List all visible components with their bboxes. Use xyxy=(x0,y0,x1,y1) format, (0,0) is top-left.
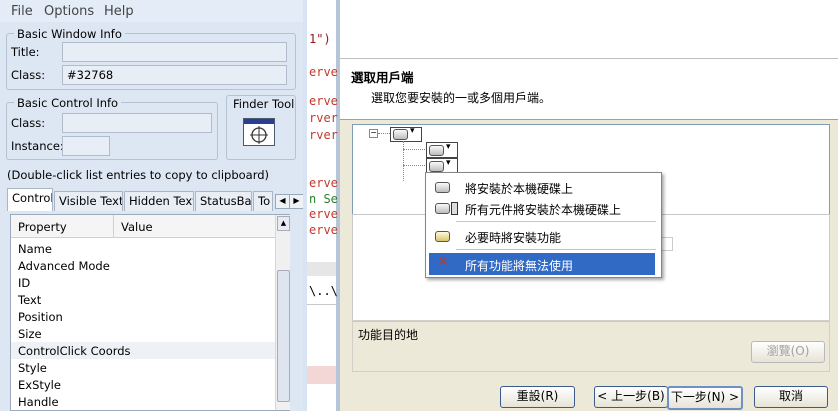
window-title-field[interactable] xyxy=(62,42,287,62)
code-line: 1") xyxy=(309,32,331,46)
code-editor[interactable]: 1") erve erve rver rver erver n Se erver… xyxy=(303,0,340,411)
chevron-down-icon: ▾ xyxy=(446,142,451,152)
table-row[interactable]: Name xyxy=(18,242,52,256)
reset-button[interactable]: 重設(R) xyxy=(500,386,575,408)
code-line: rver xyxy=(309,111,338,125)
close-icon: ✕ xyxy=(437,254,449,270)
dialog-subheading: 選取您要安裝的一或多個用戶端。 xyxy=(371,91,552,105)
code-line: rver xyxy=(309,128,338,142)
menu-item-label: 所有元件將安裝於本機硬碟上 xyxy=(465,203,622,217)
control-instance-label: Instance: xyxy=(11,139,64,153)
table-row[interactable]: ExStyle xyxy=(18,378,61,392)
table-row[interactable]: Position xyxy=(18,310,63,324)
table-row[interactable]: Handle xyxy=(18,395,59,409)
table-row[interactable]: Text xyxy=(18,293,41,307)
tab-scroll-right-icon[interactable]: ▶ xyxy=(289,194,304,209)
drive-icon xyxy=(393,129,408,140)
chevron-down-icon: ▾ xyxy=(446,158,451,168)
table-row[interactable]: Size xyxy=(18,327,42,341)
dialog-heading: 選取用戶端 xyxy=(351,70,414,85)
list-header: Property Value xyxy=(11,215,275,238)
menu-help[interactable]: Help xyxy=(104,4,134,19)
menu-item-install-all-local[interactable]: 所有元件將安裝於本機硬碟上 xyxy=(429,197,655,219)
tab-bar: Control Visible Text Hidden Text StatusB… xyxy=(7,188,304,213)
menu-bar: File Options Help xyxy=(0,0,303,22)
drive-icon xyxy=(435,182,450,193)
menu-item-install-on-demand[interactable]: 必要時將安裝功能 xyxy=(429,225,655,247)
menu-divider xyxy=(456,221,656,222)
control-class-label: Class: xyxy=(11,116,46,130)
installer-dialog: 選取用戶端 選取您要安裝的一或多個用戶端。 − ▾ ▾ ▾ 將安裝於本機硬碟上 xyxy=(340,0,838,411)
scroll-up-icon[interactable]: ▲ xyxy=(277,216,290,231)
menu-divider xyxy=(456,249,656,250)
window-class-label: Class: xyxy=(11,68,46,82)
code-line: erve xyxy=(309,94,338,108)
subfeature-icon xyxy=(451,202,458,215)
basic-window-info-title: Basic Window Info xyxy=(14,27,125,41)
code-line: erve xyxy=(309,65,338,79)
chevron-down-icon: ▾ xyxy=(410,126,415,136)
menu-item-label: 將安裝於本機硬碟上 xyxy=(465,182,574,196)
context-menu: 將安裝於本機硬碟上 所有元件將安裝於本機硬碟上 必要時將安裝功能 ✕ 所有功能將… xyxy=(425,172,662,278)
menu-item-install-local[interactable]: 將安裝於本機硬碟上 xyxy=(429,176,655,198)
tab-statusbar[interactable]: StatusBar xyxy=(195,191,252,211)
cancel-button[interactable]: 取消 xyxy=(754,386,828,408)
drive-icon xyxy=(429,161,444,172)
code-line: erver xyxy=(309,207,340,221)
browse-button[interactable]: 瀏覽(O) xyxy=(751,341,825,363)
table-row[interactable]: ID xyxy=(18,276,30,290)
hint-text: (Double-click list entries to copy to cl… xyxy=(7,168,270,182)
tab-hidden-text[interactable]: Hidden Text xyxy=(124,191,194,211)
dialog-header: 選取用戶端 選取您要安裝的一或多個用戶端。 xyxy=(340,59,838,120)
code-line: erver xyxy=(309,176,340,190)
tab-scroll-left-icon[interactable]: ◀ xyxy=(275,194,290,209)
window-class-value: #32768 xyxy=(67,68,114,82)
table-row[interactable]: ControlClick Coords xyxy=(18,344,131,358)
tab-to[interactable]: To xyxy=(253,191,273,211)
table-row[interactable]: Advanced Mode xyxy=(18,259,110,273)
on-demand-drive-icon xyxy=(435,231,450,242)
finder-tool-label: Finder Tool xyxy=(233,97,295,111)
window-class-field[interactable]: #32768 xyxy=(62,65,287,85)
back-button[interactable]: < 上一步(B) xyxy=(594,386,668,408)
menu-file[interactable]: File xyxy=(11,4,33,19)
basic-control-info-title: Basic Control Info xyxy=(14,96,122,110)
column-header-value[interactable]: Value xyxy=(121,220,153,234)
finder-tool-target[interactable] xyxy=(243,118,275,146)
feature-dropdown[interactable]: ▾ xyxy=(390,126,422,142)
table-row[interactable]: Style xyxy=(18,361,47,375)
collapse-icon[interactable]: − xyxy=(369,129,378,138)
column-header-property[interactable]: Property xyxy=(18,220,67,234)
code-line: erver xyxy=(309,223,340,237)
drive-icon xyxy=(435,203,450,214)
crosshair-icon xyxy=(250,126,268,144)
drive-icon xyxy=(429,145,444,156)
code-line: n Se xyxy=(309,192,338,206)
list-scrollbar[interactable]: ▲ xyxy=(275,215,290,410)
tab-control[interactable]: Control xyxy=(7,188,53,211)
scroll-thumb[interactable] xyxy=(277,270,290,402)
feature-dropdown[interactable]: ▾ xyxy=(426,142,458,158)
menu-item-label: 所有功能將無法使用 xyxy=(465,259,574,273)
background-window xyxy=(340,0,838,59)
code-line: \..\ xyxy=(309,284,338,298)
window-info-tool: File Options Help Basic Window Info Titl… xyxy=(0,0,304,411)
control-class-field[interactable] xyxy=(62,113,212,133)
tab-visible-text[interactable]: Visible Text xyxy=(54,191,123,211)
destination-label: 功能目的地 xyxy=(358,328,419,342)
window-title-label: Title: xyxy=(11,45,40,59)
next-button[interactable]: 下一步(N) > xyxy=(667,386,743,410)
menu-item-label: 必要時將安裝功能 xyxy=(465,231,562,245)
menu-item-unavailable[interactable]: ✕ 所有功能將無法使用 xyxy=(429,253,655,275)
menu-options[interactable]: Options xyxy=(44,4,94,19)
control-instance-field[interactable] xyxy=(62,136,110,156)
property-list[interactable]: Property Value Name Advanced Mode ID Tex… xyxy=(10,214,290,411)
